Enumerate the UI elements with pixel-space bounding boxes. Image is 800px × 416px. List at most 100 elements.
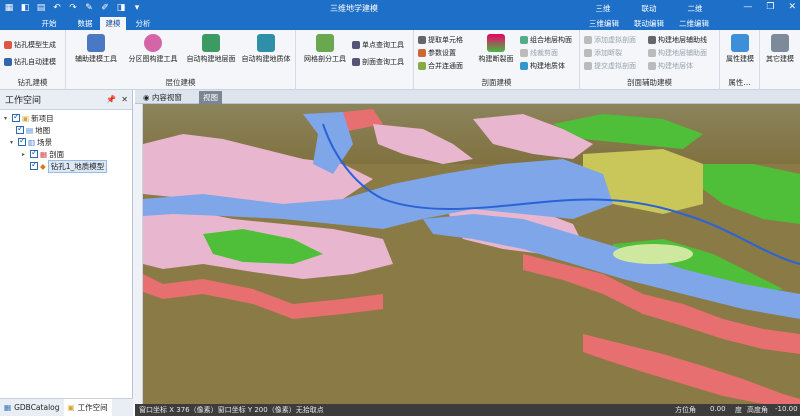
checkbox-project[interactable] bbox=[12, 112, 20, 122]
other-modeling-button[interactable]: 其它建模 bbox=[762, 34, 798, 64]
merge-connected-button[interactable]: 合并连通面 bbox=[418, 60, 463, 71]
pane-close-icon[interactable]: ✕ bbox=[121, 95, 128, 104]
status-bar: 窗口坐标 X 376（像素）窗口坐标 Y 200（像素）无拾取点 方位角 0.0… bbox=[135, 404, 800, 416]
pie-icon bbox=[144, 34, 162, 52]
context-group-linked: 联动 bbox=[641, 4, 657, 13]
add-fault-icon bbox=[584, 48, 592, 57]
checkbox-drill-model[interactable] bbox=[30, 160, 38, 170]
layer-icon[interactable]: ◨ bbox=[115, 2, 127, 14]
tab-gdbcatalog[interactable]: ▦ GDBCatalog bbox=[0, 399, 64, 416]
attribute-modeling-button[interactable]: 属性建模 bbox=[722, 34, 758, 64]
model-icon: ◆ bbox=[40, 161, 46, 171]
checkbox-scene[interactable] bbox=[18, 136, 26, 146]
build-aux-line-button[interactable]: 构建地层辅助线 bbox=[648, 34, 707, 45]
tab-modeling[interactable]: 建模 bbox=[100, 17, 126, 30]
geobody-small-icon bbox=[520, 61, 528, 70]
tab-3d-edit[interactable]: 三维编辑 bbox=[585, 17, 623, 30]
aux-modeling-tool-button[interactable]: 辅助建模工具 bbox=[70, 34, 122, 64]
catalog-icon: ▦ bbox=[4, 403, 12, 412]
minimize-icon[interactable]: — bbox=[743, 2, 752, 12]
draw-icon[interactable]: ✐ bbox=[99, 2, 111, 14]
collapse-icon[interactable]: ▾ bbox=[10, 139, 16, 146]
status-azimuth-unit: 度 bbox=[735, 406, 742, 414]
maximize-icon[interactable]: ❐ bbox=[766, 2, 774, 12]
dropdown-icon[interactable]: ▾ bbox=[131, 2, 143, 14]
context-group-3d: 三维 bbox=[595, 4, 611, 13]
close-icon[interactable]: ✕ bbox=[788, 2, 796, 12]
pin-icon[interactable]: 📌 bbox=[106, 95, 116, 104]
grid-split-tool-button[interactable]: 网格剖分工具 bbox=[300, 34, 350, 64]
add-fault-button[interactable]: 添加断裂 bbox=[584, 47, 622, 58]
checkbox-section[interactable] bbox=[30, 148, 38, 158]
drill-model-generate-button[interactable]: 钻孔模型生成 bbox=[4, 39, 56, 50]
section-query-tool-button[interactable]: 剖面查询工具 bbox=[352, 56, 404, 67]
build-fault-surface-button[interactable]: 构建断裂面 bbox=[474, 34, 518, 64]
drill-auto-modeling-button[interactable]: 钻孔自动建模 bbox=[4, 56, 56, 67]
workspace-title: 工作空间 bbox=[5, 96, 42, 106]
ribbon-tab-row: 开始 数据 建模 分析 三维编辑 联动编辑 二维编辑 bbox=[0, 17, 800, 30]
add-virtual-section-button[interactable]: 添加虚拟剖面 bbox=[584, 34, 636, 45]
redo-icon[interactable]: ↷ bbox=[67, 2, 79, 14]
undo-icon[interactable]: ↶ bbox=[51, 2, 63, 14]
build-geobody-button[interactable]: 构建地质体 bbox=[520, 60, 565, 71]
add-section-icon bbox=[584, 35, 592, 44]
fault-surface-icon bbox=[487, 34, 505, 52]
drill-modeling-group: 钻孔模型生成 钻孔自动建模 钻孔建模 bbox=[0, 30, 66, 90]
checkbox-map[interactable] bbox=[16, 124, 24, 134]
pick-icon[interactable]: ✎ bbox=[83, 2, 95, 14]
param-settings-button[interactable]: 参数设置 bbox=[418, 47, 456, 58]
combine-icon bbox=[520, 35, 528, 44]
build-layer-body-button[interactable]: 构建地层体 bbox=[648, 60, 693, 71]
attribute-group: 属性建模 属性... bbox=[720, 30, 760, 90]
status-pitch-value: -10.00 bbox=[775, 405, 798, 413]
tab-linked-edit[interactable]: 联动编辑 bbox=[626, 17, 672, 30]
submit-icon bbox=[584, 61, 592, 70]
combine-layer-button[interactable]: 组合地层构面 bbox=[520, 34, 572, 45]
collapse-icon[interactable]: ▾ bbox=[4, 115, 10, 122]
extract-cell-button[interactable]: 提取单元格 bbox=[418, 34, 463, 45]
tree-node-section[interactable]: ▸▦剖面 bbox=[22, 148, 64, 159]
geobody-icon bbox=[257, 34, 275, 52]
clip-icon bbox=[520, 48, 528, 57]
auto-geobody-button[interactable]: 自动构建地质体 bbox=[238, 34, 294, 64]
map-icon: ▤ bbox=[26, 125, 34, 135]
app-menu-icon[interactable]: ▦ bbox=[3, 2, 15, 14]
drill-icon bbox=[4, 40, 12, 49]
new-icon[interactable]: ◧ bbox=[19, 2, 31, 14]
tab-2d-edit[interactable]: 二维编辑 bbox=[675, 17, 713, 30]
zone-map-tool-button[interactable]: 分区图构建工具 bbox=[124, 34, 182, 64]
auto-layer-surface-button[interactable]: 自动构建地层面 bbox=[184, 34, 238, 64]
tab-workspace[interactable]: ▣ 工作空间 bbox=[63, 399, 112, 416]
tree-node-scene[interactable]: ▾▥场景 bbox=[10, 136, 52, 147]
3d-viewport[interactable] bbox=[143, 104, 800, 404]
layer-body-icon bbox=[648, 61, 656, 70]
section-modeling-group: 提取单元格 参数设置 合并连通面 构建断裂面 组合地层构面 线裁剪面 构建地质体… bbox=[414, 30, 580, 90]
attr-group-label: 属性... bbox=[728, 78, 751, 87]
window-controls: — ❐ ✕ bbox=[743, 2, 796, 12]
expand-icon[interactable]: ▸ bbox=[22, 151, 28, 158]
line-clip-surface-button[interactable]: 线裁剪面 bbox=[520, 47, 558, 58]
surface-icon bbox=[202, 34, 220, 52]
build-aux-surface-button[interactable]: 构建地层辅助面 bbox=[648, 47, 707, 58]
tab-start[interactable]: 开始 bbox=[36, 17, 62, 30]
grid-icon bbox=[316, 34, 334, 52]
tab-content-view[interactable]: ◉ 内容视窗 bbox=[139, 91, 186, 104]
section-group-label: 剖面建模 bbox=[481, 78, 512, 87]
layer-modeling-group: 辅助建模工具 分区图构建工具 自动构建地层面 自动构建地质体 层位建模 bbox=[66, 30, 296, 90]
workspace-header: 工作空间 📌 ✕ bbox=[0, 90, 132, 110]
open-icon[interactable]: ▤ bbox=[35, 2, 47, 14]
point-query-tool-button[interactable]: 单点查询工具 bbox=[352, 39, 404, 50]
status-pitch-label: 高度角 bbox=[747, 406, 768, 414]
submit-virtual-section-button[interactable]: 提交虚拟剖面 bbox=[584, 60, 636, 71]
tree-node-drill-model[interactable]: ◆钻孔1_地质模型 bbox=[30, 159, 108, 173]
tree-node-map[interactable]: ▤地图 bbox=[16, 124, 50, 135]
context-group-2d: 二维 bbox=[687, 4, 703, 13]
tab-view[interactable]: 视图 bbox=[199, 91, 222, 104]
globe-icon: ◉ bbox=[143, 93, 152, 102]
tree-node-project[interactable]: ▾▣新项目 bbox=[4, 112, 54, 123]
tab-data[interactable]: 数据 bbox=[72, 17, 98, 30]
tab-analysis[interactable]: 分析 bbox=[130, 17, 156, 30]
quick-access-toolbar: ▦ ◧ ▤ ↶ ↷ ✎ ✐ ◨ ▾ bbox=[3, 2, 143, 14]
terrain-render[interactable] bbox=[143, 104, 800, 404]
drill-group-label: 钻孔建模 bbox=[17, 78, 48, 87]
